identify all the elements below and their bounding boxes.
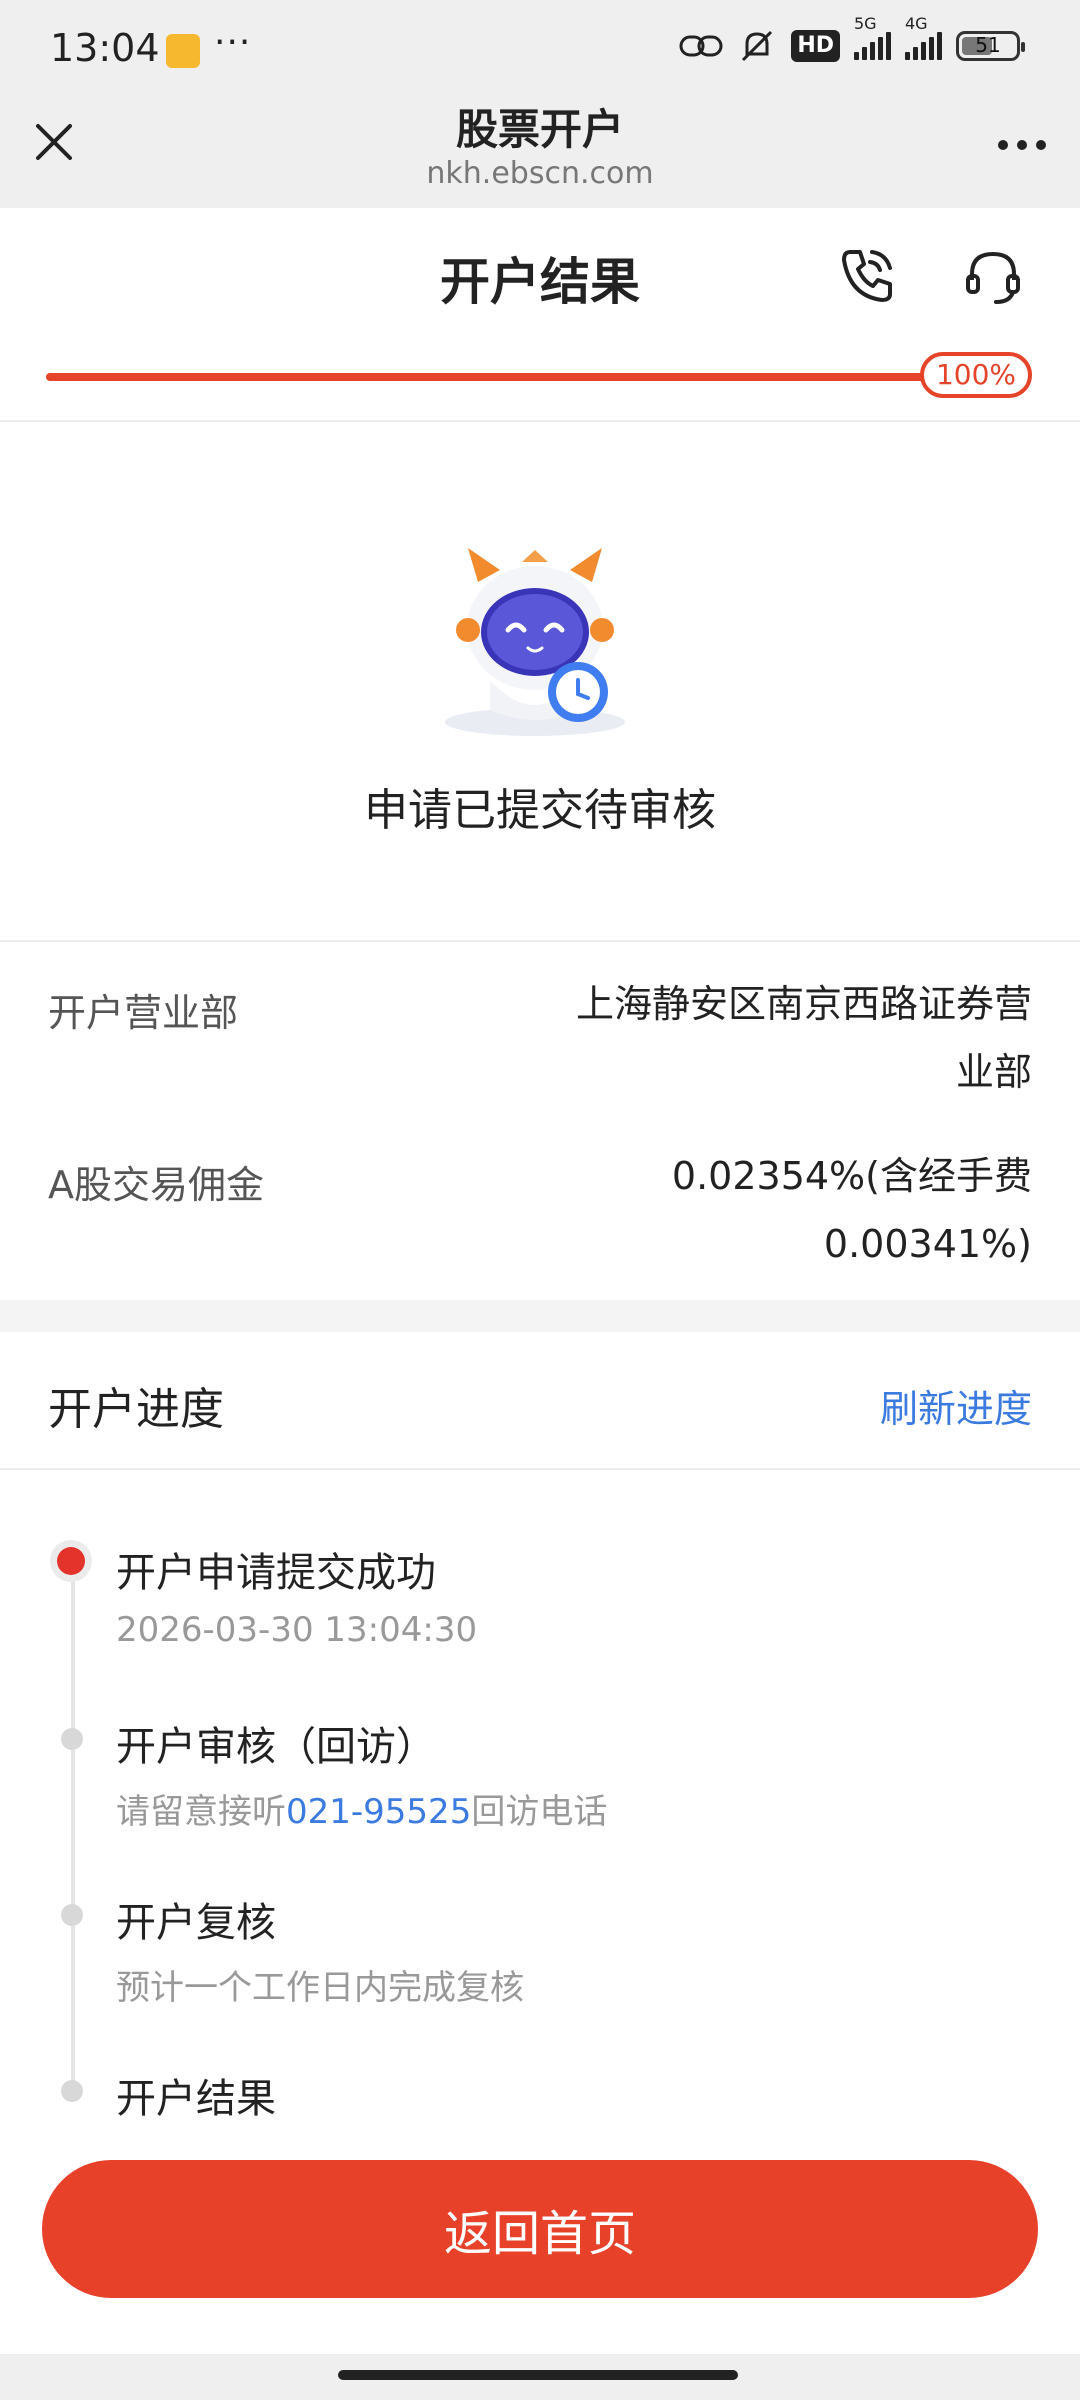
- commission-value: 0.02354%(含经手费 0.00341%): [512, 1142, 1032, 1278]
- browser-title: 股票开户: [455, 105, 624, 154]
- step-sub-prefix: 请留意接听: [116, 1792, 286, 1832]
- signal-5g-icon: 5G: [854, 14, 891, 60]
- progress-fill: [46, 373, 936, 381]
- robot-mascot-icon: [445, 548, 625, 736]
- callback-phone-link[interactable]: 021-95525: [286, 1792, 471, 1832]
- branch-label: 开户营业部: [48, 991, 239, 1035]
- branch-value: 上海静安区南京西路证券营 业部: [512, 970, 1032, 1106]
- step-subtitle: 预计一个工作日内完成复核: [116, 1968, 524, 2008]
- net-5g-label: 5G: [854, 14, 877, 33]
- status-icons: HD 5G 4G 51: [679, 14, 1025, 66]
- home-indicator[interactable]: [338, 2370, 738, 2380]
- mute-bell-icon: [742, 30, 773, 62]
- signal-4g-icon: 4G: [905, 14, 942, 60]
- notification-app-icon: [166, 34, 200, 68]
- timeline-dot: [61, 1728, 83, 1750]
- browser-url: nkh.ebscn.com: [426, 156, 654, 191]
- branch-value-line2: 业部: [955, 1050, 1032, 1094]
- application-status-text: 申请已提交待审核: [364, 785, 716, 836]
- step-timestamp: 2026-03-30 13:04:30: [116, 1610, 478, 1650]
- commission-value-line1: 0.02354%(含经手费: [671, 1154, 1032, 1198]
- phone-icon[interactable]: [834, 242, 900, 308]
- refresh-progress-link[interactable]: 刷新进度: [880, 1378, 1032, 1433]
- progress-section-title: 开户进度: [48, 1384, 224, 1435]
- commission-label: A股交易佣金: [48, 1163, 264, 1207]
- divider: [0, 1468, 1080, 1470]
- step-title: 开户申请提交成功: [116, 1550, 436, 1596]
- more-notifications-icon: ···: [214, 22, 252, 63]
- timeline-dot: [61, 1904, 83, 1926]
- more-menu-button[interactable]: [998, 140, 1046, 150]
- net-4g-label: 4G: [905, 14, 928, 33]
- link-icon: [679, 35, 723, 57]
- step-title: 开户审核（回访）: [116, 1724, 436, 1770]
- step-title: 开户复核: [116, 1900, 276, 1946]
- timeline-line: [71, 1560, 75, 2090]
- step-sub-suffix: 回访电话: [471, 1792, 608, 1832]
- step-title: 开户结果: [116, 2076, 276, 2122]
- status-time: 13:04: [50, 26, 160, 70]
- battery-level: 51: [975, 33, 1001, 57]
- step-subtitle: 请留意接听021-95525回访电话: [116, 1784, 607, 1833]
- divider: [0, 940, 1080, 942]
- progress-percent-badge: 100%: [920, 352, 1032, 398]
- timeline-dot: [61, 2080, 83, 2102]
- battery-icon: 51: [956, 31, 1025, 61]
- customer-service-icon[interactable]: [960, 244, 1026, 310]
- return-home-button[interactable]: 返回首页: [42, 2160, 1038, 2298]
- section-separator: [0, 1300, 1080, 1332]
- divider: [0, 420, 1080, 422]
- timeline-dot-active: [50, 1540, 92, 1582]
- page-title: 开户结果: [440, 253, 640, 311]
- branch-value-line1: 上海静安区南京西路证券营: [575, 982, 1032, 1026]
- hd-badge: HD: [791, 30, 840, 62]
- commission-value-line2: 0.00341%): [823, 1222, 1032, 1266]
